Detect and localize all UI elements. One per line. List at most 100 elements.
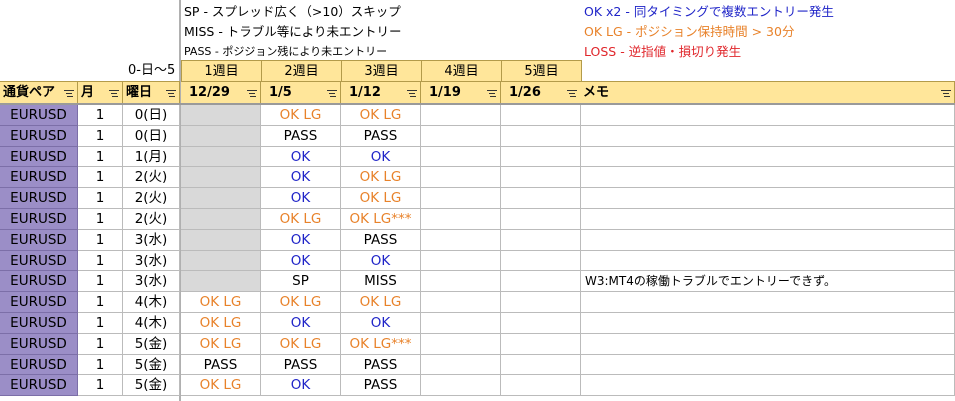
cell-month[interactable]: 1: [78, 375, 123, 397]
cell-week-2[interactable]: OK LG: [261, 209, 341, 230]
cell-memo[interactable]: [580, 292, 955, 313]
filter-dropdown-icon[interactable]: [109, 90, 119, 98]
cell-memo[interactable]: [580, 229, 955, 251]
cell-week-4[interactable]: [421, 125, 501, 147]
cell-month[interactable]: 1: [78, 209, 123, 230]
cell-week-2[interactable]: PASS: [261, 354, 341, 376]
cell-week-3[interactable]: PASS: [341, 125, 421, 147]
filter-dropdown-icon[interactable]: [487, 90, 497, 98]
cell-week-1[interactable]: [181, 271, 261, 293]
cell-week-4[interactable]: [421, 354, 501, 376]
cell-week-2[interactable]: OK LG: [261, 333, 341, 355]
cell-weekday[interactable]: 4(木): [123, 292, 180, 313]
cell-memo[interactable]: [580, 188, 955, 209]
cell-week-4[interactable]: [421, 375, 501, 397]
cell-memo[interactable]: [580, 167, 955, 189]
cell-weekday[interactable]: 3(水): [123, 229, 180, 251]
cell-weekday[interactable]: 2(火): [123, 209, 180, 230]
cell-month[interactable]: 1: [78, 354, 123, 376]
cell-week-2[interactable]: OK LG: [261, 105, 341, 126]
cell-week-5[interactable]: [501, 313, 581, 334]
cell-pair[interactable]: EURUSD: [0, 313, 78, 334]
cell-week-2[interactable]: OK: [261, 250, 341, 272]
cell-month[interactable]: 1: [78, 313, 123, 334]
cell-week-4[interactable]: [421, 271, 501, 293]
header-date-4[interactable]: 1/19: [421, 81, 501, 105]
cell-pair[interactable]: EURUSD: [0, 229, 78, 251]
cell-week-5[interactable]: [501, 188, 581, 209]
cell-week-3[interactable]: OK: [341, 146, 421, 168]
cell-week-3[interactable]: PASS: [341, 375, 421, 397]
cell-pair[interactable]: EURUSD: [0, 333, 78, 355]
cell-week-5[interactable]: [501, 271, 581, 293]
cell-week-1[interactable]: OK LG: [181, 292, 261, 313]
cell-week-4[interactable]: [421, 105, 501, 126]
cell-week-1[interactable]: [181, 250, 261, 272]
cell-week-2[interactable]: SP: [261, 271, 341, 293]
cell-pair[interactable]: EURUSD: [0, 146, 78, 168]
cell-week-3[interactable]: OK LG***: [341, 333, 421, 355]
cell-week-5[interactable]: [501, 229, 581, 251]
cell-week-1[interactable]: OK LG: [181, 313, 261, 334]
cell-week-3[interactable]: OK LG: [341, 167, 421, 189]
cell-weekday[interactable]: 5(金): [123, 333, 180, 355]
cell-month[interactable]: 1: [78, 167, 123, 189]
cell-week-1[interactable]: [181, 146, 261, 168]
cell-week-2[interactable]: OK LG: [261, 292, 341, 313]
cell-week-4[interactable]: [421, 167, 501, 189]
cell-pair[interactable]: EURUSD: [0, 167, 78, 189]
cell-week-3[interactable]: PASS: [341, 354, 421, 376]
cell-month[interactable]: 1: [78, 105, 123, 126]
cell-memo[interactable]: [580, 125, 955, 147]
cell-week-3[interactable]: OK LG: [341, 105, 421, 126]
cell-week-4[interactable]: [421, 146, 501, 168]
cell-memo[interactable]: [580, 333, 955, 355]
filter-dropdown-icon[interactable]: [407, 90, 417, 98]
cell-month[interactable]: 1: [78, 188, 123, 209]
cell-week-3[interactable]: OK: [341, 250, 421, 272]
cell-week-2[interactable]: OK: [261, 167, 341, 189]
cell-memo[interactable]: [580, 146, 955, 168]
cell-week-2[interactable]: OK: [261, 188, 341, 209]
cell-weekday[interactable]: 3(水): [123, 250, 180, 272]
cell-weekday[interactable]: 0(日): [123, 125, 180, 147]
header-date-5[interactable]: 1/26: [501, 81, 581, 105]
cell-week-5[interactable]: [501, 146, 581, 168]
cell-memo[interactable]: [580, 250, 955, 272]
cell-week-1[interactable]: [181, 188, 261, 209]
cell-week-5[interactable]: [501, 375, 581, 397]
cell-week-2[interactable]: OK: [261, 229, 341, 251]
cell-week-5[interactable]: [501, 167, 581, 189]
cell-week-2[interactable]: OK: [261, 313, 341, 334]
header-date-1[interactable]: 12/29: [181, 81, 261, 105]
cell-week-3[interactable]: MISS: [341, 271, 421, 293]
header-memo[interactable]: メモ: [580, 81, 955, 105]
cell-week-4[interactable]: [421, 209, 501, 230]
cell-week-1[interactable]: [181, 105, 261, 126]
cell-week-2[interactable]: PASS: [261, 125, 341, 147]
cell-month[interactable]: 1: [78, 292, 123, 313]
cell-month[interactable]: 1: [78, 229, 123, 251]
cell-pair[interactable]: EURUSD: [0, 292, 78, 313]
cell-week-4[interactable]: [421, 188, 501, 209]
cell-memo[interactable]: [580, 105, 955, 126]
cell-month[interactable]: 1: [78, 125, 123, 147]
filter-dropdown-icon[interactable]: [567, 90, 577, 98]
cell-week-1[interactable]: [181, 167, 261, 189]
filter-dropdown-icon[interactable]: [64, 90, 74, 98]
cell-memo[interactable]: [580, 375, 955, 397]
filter-dropdown-icon[interactable]: [166, 90, 176, 98]
cell-pair[interactable]: EURUSD: [0, 271, 78, 293]
cell-month[interactable]: 1: [78, 146, 123, 168]
cell-pair[interactable]: EURUSD: [0, 105, 78, 126]
filter-dropdown-icon[interactable]: [247, 90, 257, 98]
header-weekday[interactable]: 曜日: [123, 81, 180, 105]
header-date-3[interactable]: 1/12: [341, 81, 421, 105]
cell-week-5[interactable]: [501, 250, 581, 272]
cell-week-3[interactable]: OK LG: [341, 188, 421, 209]
cell-week-4[interactable]: [421, 313, 501, 334]
cell-pair[interactable]: EURUSD: [0, 209, 78, 230]
cell-month[interactable]: 1: [78, 271, 123, 293]
cell-week-1[interactable]: OK LG: [181, 333, 261, 355]
cell-week-2[interactable]: OK: [261, 146, 341, 168]
